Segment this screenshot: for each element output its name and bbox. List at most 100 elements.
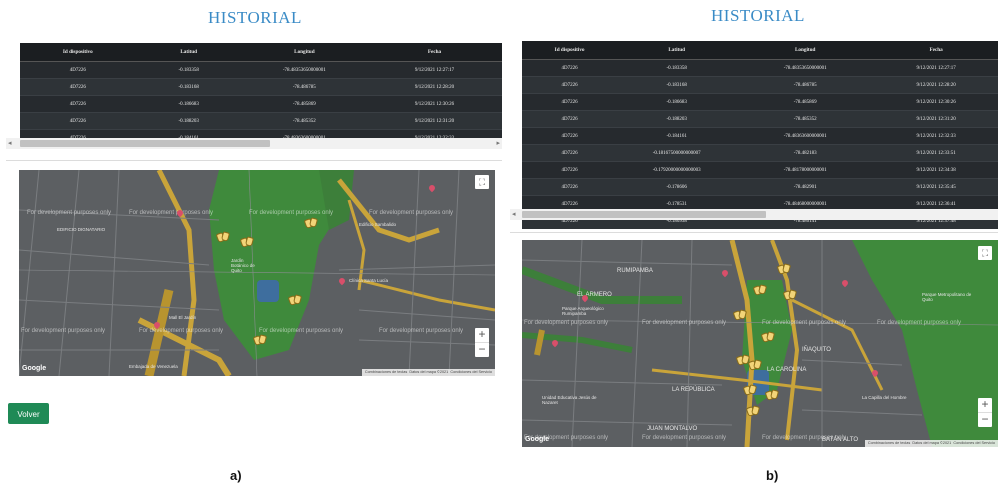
table-row: 4D7226 -0.17920000000000003 -78.4817800000… xyxy=(522,161,998,179)
map-label: EDIFICIO DIGNATARIO xyxy=(57,227,106,232)
terms-link[interactable]: Condiciones del Servicio xyxy=(450,370,492,374)
table-cell: -78.486785 xyxy=(736,76,875,94)
map-label: La Capilla del Hombre xyxy=(862,395,907,400)
table-row: 4D7226 -0.186683 -78.485869 9/12/2021 12:30… xyxy=(20,95,502,113)
location-marker-icon[interactable] xyxy=(732,309,748,321)
table-row: 4D7226 -0.183168 -78.486785 9/12/2021 12:28… xyxy=(20,78,502,96)
map-label: Parque Metropolitano de Quito xyxy=(922,292,972,302)
fullscreen-icon[interactable]: ⛶ xyxy=(978,246,992,260)
location-marker-icon[interactable] xyxy=(252,334,268,346)
location-marker-icon[interactable] xyxy=(239,236,255,248)
zoom-control: + − xyxy=(978,398,992,427)
table-cell: -78.485352 xyxy=(736,110,875,128)
map-label: BATÁN ALTO xyxy=(822,437,859,443)
table-cell: 4D7226 xyxy=(20,78,136,96)
keyboard-shortcuts-link[interactable]: Combinaciones de teclas xyxy=(868,441,910,445)
map-label: Parque Arqueológico Rumipamba xyxy=(562,306,604,316)
poi-pin-icon[interactable] xyxy=(582,295,588,303)
location-marker-icon[interactable] xyxy=(764,389,780,401)
volver-button[interactable]: Volver xyxy=(8,403,49,424)
figure-caption: a) xyxy=(230,468,242,483)
map-label: Embajada de Venezuela xyxy=(129,364,178,369)
location-marker-icon[interactable] xyxy=(303,217,319,229)
table-cell: -78.48363600000001 xyxy=(736,127,875,145)
map-view[interactable]: For development purposes only For develo… xyxy=(522,240,998,447)
location-marker-icon[interactable] xyxy=(735,354,751,366)
dev-watermark: For development purposes only xyxy=(369,210,454,216)
poi-pin-icon[interactable] xyxy=(872,370,878,378)
map-label: JUAN MONTALVO xyxy=(647,426,698,432)
table-cell: -0.183358 xyxy=(617,59,737,77)
table-cell: 9/12/2021 12:27:17 xyxy=(367,61,502,79)
table-cell: 4D7226 xyxy=(522,93,618,111)
table-cell: -78.48178000000001 xyxy=(736,161,875,179)
table-cell: 4D7226 xyxy=(20,95,136,113)
table-cell: -0.188203 xyxy=(617,110,737,128)
zoom-in-button[interactable]: + xyxy=(475,328,489,343)
poi-pin-icon[interactable] xyxy=(429,185,435,193)
scroll-left-icon[interactable]: ◂ xyxy=(8,139,12,148)
location-marker-icon[interactable] xyxy=(742,384,758,396)
table-cell: -78.485869 xyxy=(736,93,875,111)
dev-watermark: For development purposes only xyxy=(877,320,962,326)
fullscreen-icon[interactable]: ⛶ xyxy=(475,175,489,189)
scrollbar-thumb[interactable] xyxy=(522,211,766,218)
table-row: 4D7226 -0.183358 -78.48353650000001 9/12/20… xyxy=(20,61,502,79)
location-marker-icon[interactable] xyxy=(752,284,768,296)
table-cell: -78.482901 xyxy=(736,178,875,196)
table-cell: 4D7226 xyxy=(522,110,618,128)
map-data-text: Datos del mapa ©2021 xyxy=(409,370,449,374)
scroll-right-icon[interactable]: ▸ xyxy=(496,139,500,148)
table-cell: -0.18167500000000007 xyxy=(617,144,737,162)
location-marker-icon[interactable] xyxy=(287,294,303,306)
column-header: Fecha xyxy=(367,43,502,62)
column-header: Fecha xyxy=(874,41,998,60)
scrollbar-thumb[interactable] xyxy=(20,140,270,147)
location-marker-icon[interactable] xyxy=(760,331,776,343)
history-table: Id dispositivo Latitud Longitud Fecha 4D722… xyxy=(522,41,998,229)
column-header: Latitud xyxy=(617,41,737,60)
divider xyxy=(510,232,998,233)
horizontal-scrollbar[interactable]: ◂ ▸ xyxy=(6,138,502,149)
zoom-out-button[interactable]: − xyxy=(978,413,992,427)
poi-pin-icon[interactable] xyxy=(552,340,558,348)
location-marker-icon[interactable] xyxy=(776,263,792,275)
keyboard-shortcuts-link[interactable]: Combinaciones de teclas xyxy=(365,370,407,374)
poi-pin-icon[interactable] xyxy=(154,322,160,330)
dev-watermark: For development purposes only xyxy=(249,210,334,216)
dev-watermark: For development purposes only xyxy=(27,210,112,216)
column-header: Id dispositivo xyxy=(20,43,136,62)
terms-link[interactable]: Condiciones del Servicio xyxy=(953,441,995,445)
location-marker-icon[interactable] xyxy=(782,289,798,301)
table-cell: -0.178606 xyxy=(617,178,737,196)
table-cell: 9/12/2021 12:35:45 xyxy=(874,178,998,196)
location-marker-icon[interactable] xyxy=(745,405,761,417)
dev-watermark: For development purposes only xyxy=(379,328,464,334)
dev-watermark: For development purposes only xyxy=(524,320,609,326)
poi-pin-icon[interactable] xyxy=(842,280,848,288)
map-view[interactable]: For development purposes only For develo… xyxy=(19,170,495,376)
table-cell: -78.48353650000001 xyxy=(736,59,875,77)
map-footer: Combinaciones de teclas Datos del mapa ©… xyxy=(361,369,495,376)
table-cell: 4D7226 xyxy=(522,127,618,145)
poi-pin-icon[interactable] xyxy=(722,270,728,278)
table-cell: 4D7226 xyxy=(522,144,618,162)
location-marker-icon[interactable] xyxy=(747,359,763,371)
poi-pin-icon[interactable] xyxy=(177,210,183,218)
table-cell: -0.17920000000000003 xyxy=(617,161,737,179)
table-row: 4D7226 -0.183358 -78.48353650000001 9/12/20… xyxy=(522,59,998,77)
location-marker-icon[interactable] xyxy=(215,231,231,243)
zoom-out-button[interactable]: − xyxy=(475,343,489,357)
horizontal-scrollbar[interactable]: ◂ xyxy=(510,209,998,220)
dev-watermark: For development purposes only xyxy=(642,320,727,326)
table-cell: 9/12/2021 12:32:33 xyxy=(874,127,998,145)
map-label: Mall El Jardín xyxy=(169,315,197,320)
dev-watermark: For development purposes only xyxy=(139,328,224,334)
zoom-in-button[interactable]: + xyxy=(978,398,992,413)
map-canvas xyxy=(522,240,998,447)
scroll-left-icon[interactable]: ◂ xyxy=(512,210,516,219)
dev-watermark: For development purposes only xyxy=(762,320,847,326)
poi-pin-icon[interactable] xyxy=(339,278,345,286)
table-cell: -78.48353650000001 xyxy=(241,61,368,79)
column-header: Id dispositivo xyxy=(522,41,618,60)
